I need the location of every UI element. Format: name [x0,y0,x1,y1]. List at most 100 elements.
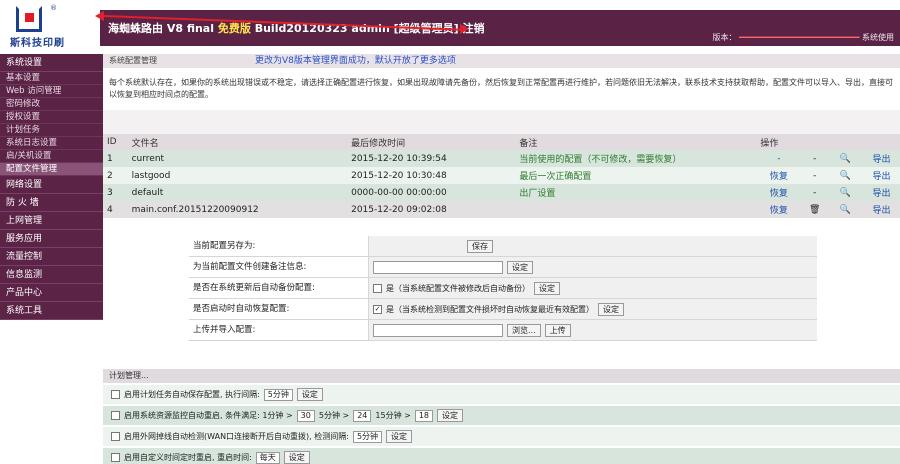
sidebar-group[interactable]: 系统工具 [0,302,103,320]
form-label: 当前配置另存为: [189,236,369,256]
set-button[interactable]: 设定 [598,302,624,316]
col-id: ID [103,134,128,150]
row-filename: default [127,184,348,201]
main-content: 系统配置管理 更改为V8版本管理界面成功，默认开放了更多选项 每个系统默认存在，… [103,54,900,464]
checkbox[interactable] [111,453,120,462]
sidebar-fill [0,320,103,384]
row-id: 1 [103,150,128,167]
note-input[interactable] [373,260,503,274]
row-filename: main.conf.20151220090912 [127,201,348,218]
row-filename: lastgood [127,167,348,184]
form-value: 浏览... 上传 [369,320,817,340]
col-filename: 文件名 [127,134,348,150]
table-row: 2 lastgood 2015-12-20 10:30:48 最后一次正确配置 恢复 - 🔍… [103,167,900,184]
file-input[interactable] [373,323,503,337]
browse-button[interactable]: 浏览... [507,323,541,337]
sidebar-group[interactable]: 流量控制 [0,248,103,266]
delete-icon[interactable]: - [797,167,829,184]
form-label: 为当前配置文件创建备注信息: [189,257,369,277]
export-link[interactable]: 导出 [858,167,900,184]
interval-select[interactable]: 18 [414,409,434,422]
sidebar-group[interactable]: 信息监测 [0,266,103,284]
export-link[interactable]: 导出 [858,184,900,201]
form-label: 是否启动时自动恢复配置: [189,299,369,319]
checkbox-checked[interactable]: ✓ [373,304,382,314]
checkbox[interactable] [373,283,382,293]
interval-select[interactable]: 5分钟 [352,430,383,443]
delete-icon[interactable]: - [797,150,829,167]
sidebar-group[interactable]: 防 火 墙 [0,194,103,212]
set-button[interactable]: 设定 [283,451,310,464]
form-value: 是（当系统配置文件被修改后自动备份） 设定 [369,278,817,298]
restore-link[interactable]: - [756,150,798,167]
sidebar-group[interactable]: 产品中心 [0,284,103,302]
config-file-table: ID 文件名 最后修改时间 备注 操作 1 current 2015-12-20 1… [103,134,900,218]
row-id: 2 [103,167,128,184]
interval-select[interactable]: 5分钟 [263,388,293,401]
header-info: 版本： ━━━━━━━━━━━━━━━━━━━━━━━━━ 系统使用 [712,32,894,43]
version-label: 版本： [712,33,737,42]
sidebar-group[interactable]: 网络设置 [0,176,103,194]
sidebar-item[interactable]: 配置文件管理 [0,163,103,176]
export-link[interactable]: 导出 [858,201,900,218]
sidebar-item[interactable]: 授权设置 [0,111,103,124]
row-time: 2015-12-20 10:39:54 [347,150,516,167]
interval-select[interactable]: 30 [296,409,315,422]
schedule-text: 启用计划任务自动保存配置, 执行间隔: [124,390,260,399]
sidebar-item[interactable]: 密码修改 [0,98,103,111]
restore-link[interactable]: 恢复 [756,201,798,218]
row-note: 当前使用的配置（不可修改，需要恢复） [515,150,757,167]
sidebar-item[interactable]: 系统日志设置 [0,137,103,150]
view-icon[interactable]: 🔍 [828,201,859,218]
checkbox[interactable] [111,390,120,399]
form-label: 是否在系统更新后自动备份配置: [189,278,369,298]
set-button[interactable]: 设定 [296,388,323,401]
view-icon[interactable]: 🔍 [828,150,859,167]
table-row: 4 main.conf.20151220090912 2015-12-20 09:0… [103,201,900,218]
sidebar: 系统设置 基本设置 Web 访问管理 密码修改 授权设置 计划任务 系统日志设置 启/关机设置… [0,54,103,464]
annotation-text: 更改为V8版本管理界面成功，默认开放了更多选项 [255,56,456,66]
sidebar-group[interactable]: 服务应用 [0,230,103,248]
sidebar-item[interactable]: 启/关机设置 [0,150,103,163]
col-time: 最后修改时间 [347,134,516,150]
export-link[interactable]: 导出 [858,150,900,167]
save-button[interactable]: 保存 [467,239,493,253]
row-id: 3 [103,184,128,201]
set-button[interactable]: 设定 [534,281,560,295]
product-name: 海蜘蛛路由 V8 final [108,22,215,35]
restore-link[interactable]: 恢复 [756,184,798,201]
interval-select[interactable]: 24 [353,409,372,422]
interval-select[interactable]: 每天 [255,451,280,464]
sidebar-item[interactable]: 基本设置 [0,72,103,85]
upload-button[interactable]: 上传 [544,323,571,337]
logo: ® 斯科技印刷 [6,4,86,49]
schedule-text: 5分钟 > [318,411,350,420]
checkbox[interactable] [111,432,120,441]
sidebar-group[interactable]: 上网管理 [0,212,103,230]
sidebar-item[interactable]: Web 访问管理 [0,85,103,98]
sidebar-item[interactable]: 计划任务 [0,124,103,137]
form-value: ✓ 是（当系统检测到配置文件损坏时自动恢复最近有效配置） 设定 [369,299,817,319]
schedule-text: 启用自定义时间定时重启, 重启时间: [124,453,252,462]
annotation-arrow-left-icon [95,11,104,21]
annotation-arrow-right-icon [460,24,469,34]
logo-mark-icon [16,6,42,32]
schedule-text: 启用系统资源监控自动重启, 条件满足: 1分钟 > [124,411,293,420]
col-actions: 操作 [756,134,900,150]
set-button[interactable]: 设定 [437,409,464,422]
schedule-text: 启用外网掉线自动检测(WAN口连接断开后自动重拨), 检测间隔: [124,432,349,441]
sidebar-group[interactable]: 系统设置 [0,54,103,72]
view-icon[interactable]: 🔍 [828,167,859,184]
set-button[interactable]: 设定 [507,260,533,274]
form-row: 上传并导入配置: 浏览... 上传 [189,320,817,341]
col-note: 备注 [515,134,757,150]
delete-icon[interactable]: - [797,184,829,201]
set-button[interactable]: 设定 [386,430,413,443]
restore-link[interactable]: 恢复 [756,167,798,184]
page-title: 系统配置管理 [109,56,157,65]
delete-icon[interactable]: 🗑 [797,201,829,218]
view-icon[interactable]: 🔍 [828,184,859,201]
checkbox[interactable] [111,411,120,420]
form-row: 当前配置另存为: 保存 [189,236,817,257]
schedule-row: 启用系统资源监控自动重启, 条件满足: 1分钟 >30 5分钟 >24 15分钟 >… [103,406,900,425]
